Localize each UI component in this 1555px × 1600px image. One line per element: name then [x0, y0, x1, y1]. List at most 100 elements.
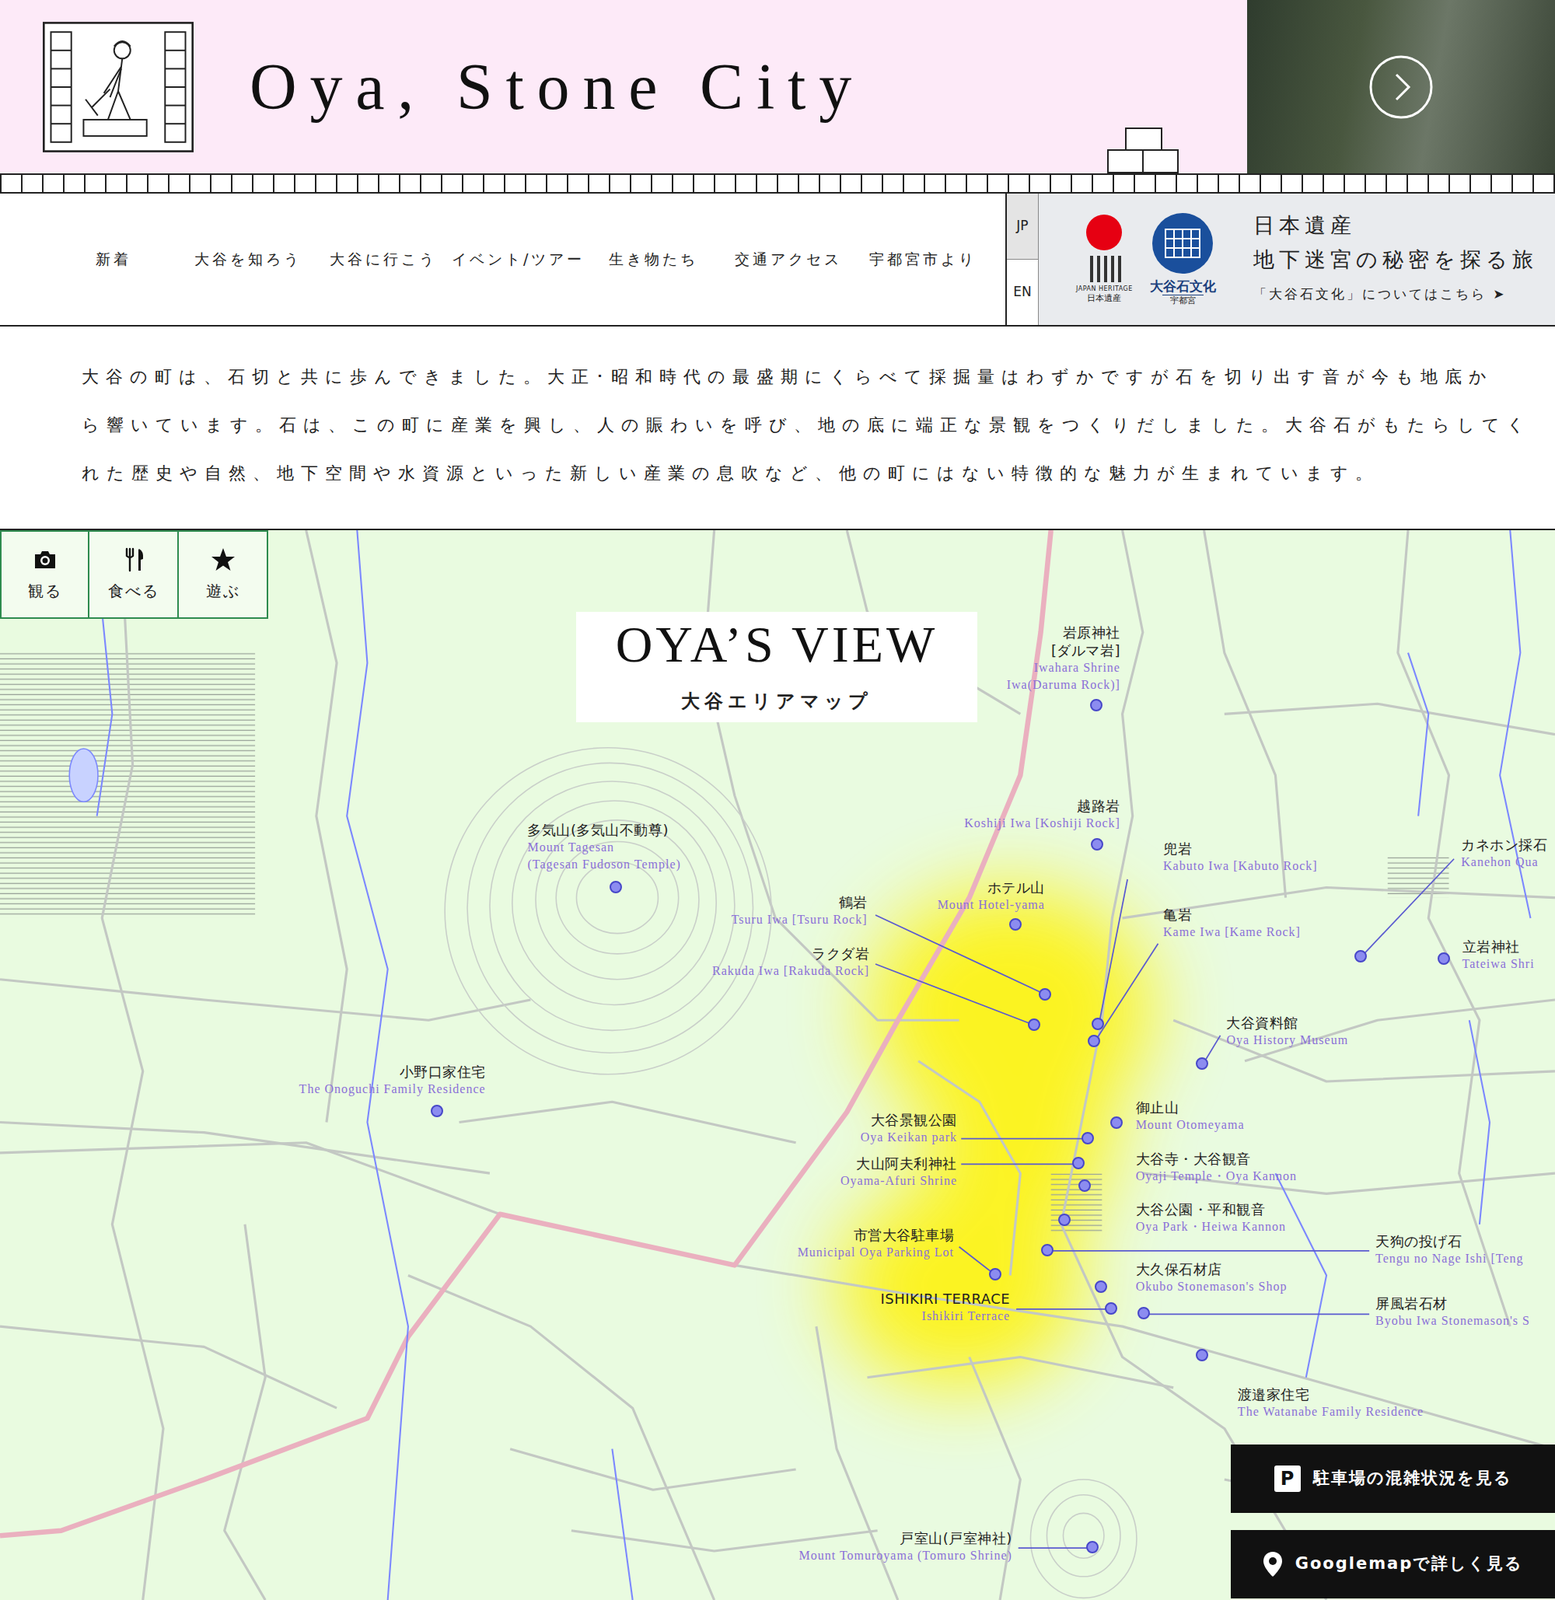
nav-item[interactable]: 宇都宮市より	[856, 248, 992, 271]
pin-name[interactable]: 越路岩	[964, 796, 1121, 815]
pin-name-en[interactable]: Tsuru Iwa [Tsuru Rock]	[731, 911, 868, 929]
pin-name-en[interactable]: Kame Iwa [Kame Rock]	[1163, 923, 1301, 941]
pin-name-en[interactable]: The Onoguchi Family Residence	[299, 1080, 486, 1098]
pin-name[interactable]: ISHIKIRI TERRACE	[880, 1289, 1010, 1308]
next-arrow-icon[interactable]	[1368, 54, 1434, 120]
map-pin-icon-wrap[interactable]	[1262, 1551, 1283, 1578]
pin-label[interactable]: 兜岩Kabuto Iwa [Kabuto Rock]	[1163, 839, 1318, 875]
pin-name[interactable]: カネホン採石	[1460, 835, 1548, 854]
pin-label[interactable]: ホテル山Mount Hotel-yama	[937, 878, 1045, 914]
nav-item[interactable]: 新着	[45, 248, 182, 271]
filter-label[interactable]: 観る	[27, 579, 63, 603]
pin-label[interactable]: 大谷資料館Oya History Museum	[1226, 1013, 1349, 1049]
pin-label[interactable]: 立岩神社Tateiwa Shri	[1462, 937, 1535, 973]
pin-name[interactable]: 亀岩	[1163, 905, 1301, 924]
map-pin[interactable]	[1081, 1132, 1094, 1145]
pin-label[interactable]: 大久保石材店Okubo Stonemason's Shop	[1135, 1260, 1288, 1296]
parking-status-button[interactable]: P駐車場の混雑状況を見る	[1230, 1444, 1555, 1514]
pin-name[interactable]: 市営大谷駐車場	[797, 1226, 954, 1244]
pin-name-en[interactable]: Oyama-Afuri Shrine	[840, 1172, 958, 1190]
pin-name[interactable]: 大谷寺・大谷観音	[1135, 1149, 1297, 1168]
pin-name[interactable]: 岩原神社 [ダルマ岩]	[1006, 623, 1121, 660]
filter-button[interactable]: 遊ぶ	[178, 530, 269, 619]
pin-name-en[interactable]: Iwahara Shrine Iwa(Daruma Rock)]	[1006, 659, 1121, 694]
pin-label[interactable]: 大谷寺・大谷観音Oyaji Temple・Oya Kannon	[1135, 1149, 1297, 1185]
map-pin[interactable]	[1091, 1017, 1105, 1031]
pin-label[interactable]: 大山阿夫利神社Oyama-Afuri Shrine	[840, 1154, 958, 1190]
map-pin[interactable]	[609, 880, 622, 894]
map-pin[interactable]	[1027, 1018, 1041, 1031]
pin-name-en[interactable]: Byobu Iwa Stonemason's S	[1375, 1312, 1531, 1330]
site-title[interactable]: Oya, Stone City	[249, 54, 865, 120]
pin-name[interactable]: 多気山(多気山不動尊)	[527, 821, 681, 839]
pin-label[interactable]: 戸室山(戸室神社)Mount Tomuroyama (Tomuro Shrine…	[799, 1529, 1013, 1565]
heritage-banner[interactable]: JAPAN HERITAGE 日本遺産 大谷石文化 宇都宮 日本遺産 地下迷宮の…	[1038, 193, 1555, 325]
pin-label[interactable]: 亀岩Kame Iwa [Kame Rock]	[1163, 905, 1301, 941]
pin-name[interactable]: 渡邉家住宅	[1237, 1385, 1424, 1404]
map-pin[interactable]	[1038, 988, 1052, 1001]
filter-button[interactable]: 観る	[0, 530, 90, 619]
pin-name[interactable]: 大谷資料館	[1226, 1013, 1349, 1032]
pin-name-en[interactable]: Municipal Oya Parking Lot	[797, 1244, 954, 1262]
pin-label[interactable]: 越路岩Koshiji Iwa [Koshiji Rock]	[964, 796, 1121, 832]
button-label[interactable]: 駐車場の混雑状況を見る	[1313, 1466, 1513, 1492]
pin-name[interactable]: 御止山	[1135, 1098, 1245, 1117]
pin-name-en[interactable]: Koshiji Iwa [Koshiji Rock]	[964, 814, 1121, 832]
pin-name[interactable]: 屏風岩石材	[1375, 1294, 1531, 1313]
map-pin[interactable]	[1058, 1213, 1071, 1227]
map-pin[interactable]	[1110, 1116, 1123, 1129]
pin-label[interactable]: 市営大谷駐車場Municipal Oya Parking Lot	[797, 1226, 954, 1262]
pin-name[interactable]: ホテル山	[937, 878, 1045, 897]
map-pin[interactable]	[1195, 1057, 1209, 1070]
google-map-button[interactable]: Googlemapで詳しく見る	[1230, 1530, 1555, 1599]
pin-name[interactable]: 鶴岩	[731, 893, 868, 912]
map-pin[interactable]	[1087, 1034, 1101, 1048]
banner-text[interactable]: 日本遺産 地下迷宮の秘密を探る旅 「大谷石文化」についてはこちら ➤	[1253, 208, 1538, 311]
pin-name-en[interactable]: Kanehon Qua	[1460, 853, 1548, 871]
pin-name-en[interactable]: Oyaji Temple・Oya Kannon	[1135, 1167, 1297, 1185]
pin-name-en[interactable]: Mount Otomeyama	[1135, 1116, 1245, 1134]
pin-name-en[interactable]: Mount Tomuroyama (Tomuro Shrine)	[799, 1547, 1013, 1565]
pin-name-en[interactable]: Oya Keikan park	[860, 1128, 958, 1147]
pin-name-en[interactable]: Tengu no Nage Ishi [Teng	[1375, 1250, 1524, 1268]
pin-name[interactable]: 天狗の投げ石	[1375, 1232, 1524, 1251]
area-map[interactable]: 観る食べる遊ぶ OYA’S VIEW 大谷エリアマップ 岩原神社 [ダルマ岩]I…	[0, 530, 1555, 1600]
pin-label[interactable]: 鶴岩Tsuru Iwa [Tsuru Rock]	[731, 893, 868, 929]
pin-label[interactable]: 小野口家住宅The Onoguchi Family Residence	[299, 1062, 486, 1098]
pin-label[interactable]: 大谷公園・平和観音Oya Park・Heiwa Kannon	[1135, 1200, 1286, 1236]
filter-button[interactable]: 食べる	[89, 530, 179, 619]
pin-label[interactable]: カネホン採石Kanehon Qua	[1460, 835, 1548, 871]
nav-item[interactable]: 生き物たち	[585, 248, 721, 271]
filter-label[interactable]: 食べる	[108, 579, 160, 603]
pin-label[interactable]: 大谷景観公園Oya Keikan park	[860, 1111, 958, 1147]
pin-name-en[interactable]: Ishikiri Terrace	[880, 1307, 1010, 1325]
map-pin[interactable]	[1437, 952, 1451, 965]
pin-label[interactable]: 屏風岩石材Byobu Iwa Stonemason's S	[1375, 1294, 1531, 1330]
banner-link[interactable]: 「大谷石文化」についてはこちら ➤	[1253, 276, 1538, 311]
pin-name-en[interactable]: Rakuda Iwa [Rakuda Rock]	[712, 962, 870, 980]
language-option[interactable]: JP	[1006, 193, 1038, 259]
pin-name[interactable]: 立岩神社	[1462, 937, 1535, 956]
pin-name[interactable]: ラクダ岩	[712, 944, 870, 963]
map-pin[interactable]	[1354, 950, 1367, 963]
nav-item[interactable]: イベント/ツアー	[450, 248, 587, 271]
pin-name[interactable]: 戸室山(戸室神社)	[799, 1529, 1013, 1548]
stonecutter-logo-icon[interactable]	[42, 21, 194, 153]
nav-item[interactable]: 大谷を知ろう	[181, 248, 317, 271]
pin-name[interactable]: 大久保石材店	[1135, 1260, 1288, 1279]
nav-item[interactable]: 大谷に行こう	[315, 248, 451, 271]
pin-name[interactable]: 大山阿夫利神社	[840, 1154, 958, 1173]
map-pin[interactable]	[1086, 1541, 1099, 1554]
banner-link-text[interactable]: 「大谷石文化」についてはこちら	[1253, 286, 1487, 302]
pin-label[interactable]: 多気山(多気山不動尊)Mount Tagesan (Tagesan Fudoso…	[527, 821, 681, 874]
map-pin-icon[interactable]	[1262, 1551, 1283, 1578]
nav-item[interactable]: 交通アクセス	[720, 248, 857, 271]
pin-name-en[interactable]: Okubo Stonemason's Shop	[1135, 1278, 1288, 1296]
pin-name[interactable]: 大谷公園・平和観音	[1135, 1200, 1286, 1219]
pin-name[interactable]: 兜岩	[1163, 839, 1318, 858]
pin-name-en[interactable]: Tateiwa Shri	[1462, 955, 1535, 973]
filter-label[interactable]: 遊ぶ	[206, 579, 241, 603]
button-label[interactable]: Googlemapで詳しく見る	[1295, 1551, 1524, 1577]
pin-name-en[interactable]: Mount Tagesan (Tagesan Fudoson Temple)	[527, 838, 681, 874]
map-pin[interactable]	[1090, 698, 1103, 712]
